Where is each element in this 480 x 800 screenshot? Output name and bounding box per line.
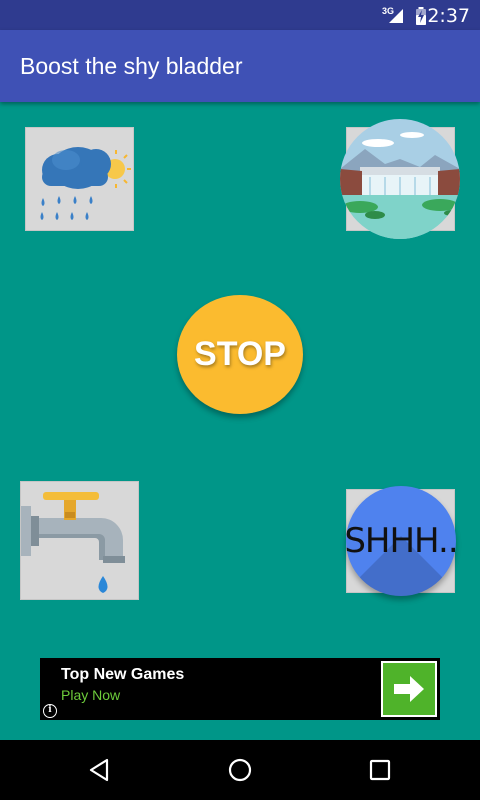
battery-charging-icon xyxy=(416,7,426,25)
rain-tile[interactable] xyxy=(25,127,134,231)
waterfall-dam-icon[interactable] xyxy=(340,119,460,239)
stop-button[interactable]: STOP xyxy=(177,295,303,414)
nav-bar xyxy=(0,740,480,800)
shhh-button[interactable]: SHHH.. xyxy=(346,486,456,596)
app-bar: Boost the shy bladder xyxy=(0,30,480,102)
tap-tile[interactable] xyxy=(20,481,139,600)
signal-icon xyxy=(389,9,403,23)
home-icon[interactable] xyxy=(225,755,255,785)
status-bar: 3G 2:37 xyxy=(0,0,480,30)
back-icon[interactable] xyxy=(85,755,115,785)
water-tap-icon xyxy=(21,492,125,593)
app-title: Boost the shy bladder xyxy=(20,53,243,79)
ad-title: Top New Games xyxy=(61,666,185,683)
ad-subtitle: Play Now xyxy=(61,687,121,703)
ad-banner[interactable]: Top New Games Play Now i xyxy=(40,658,440,720)
shhh-label: SHHH.. xyxy=(346,521,456,561)
status-time: 2:37 xyxy=(427,5,470,27)
rain-cloud-icon xyxy=(40,147,131,220)
info-icon[interactable]: i xyxy=(43,704,57,718)
ad-cta-button[interactable] xyxy=(381,661,437,717)
recents-icon[interactable] xyxy=(365,755,395,785)
arrow-right-icon xyxy=(394,676,424,702)
